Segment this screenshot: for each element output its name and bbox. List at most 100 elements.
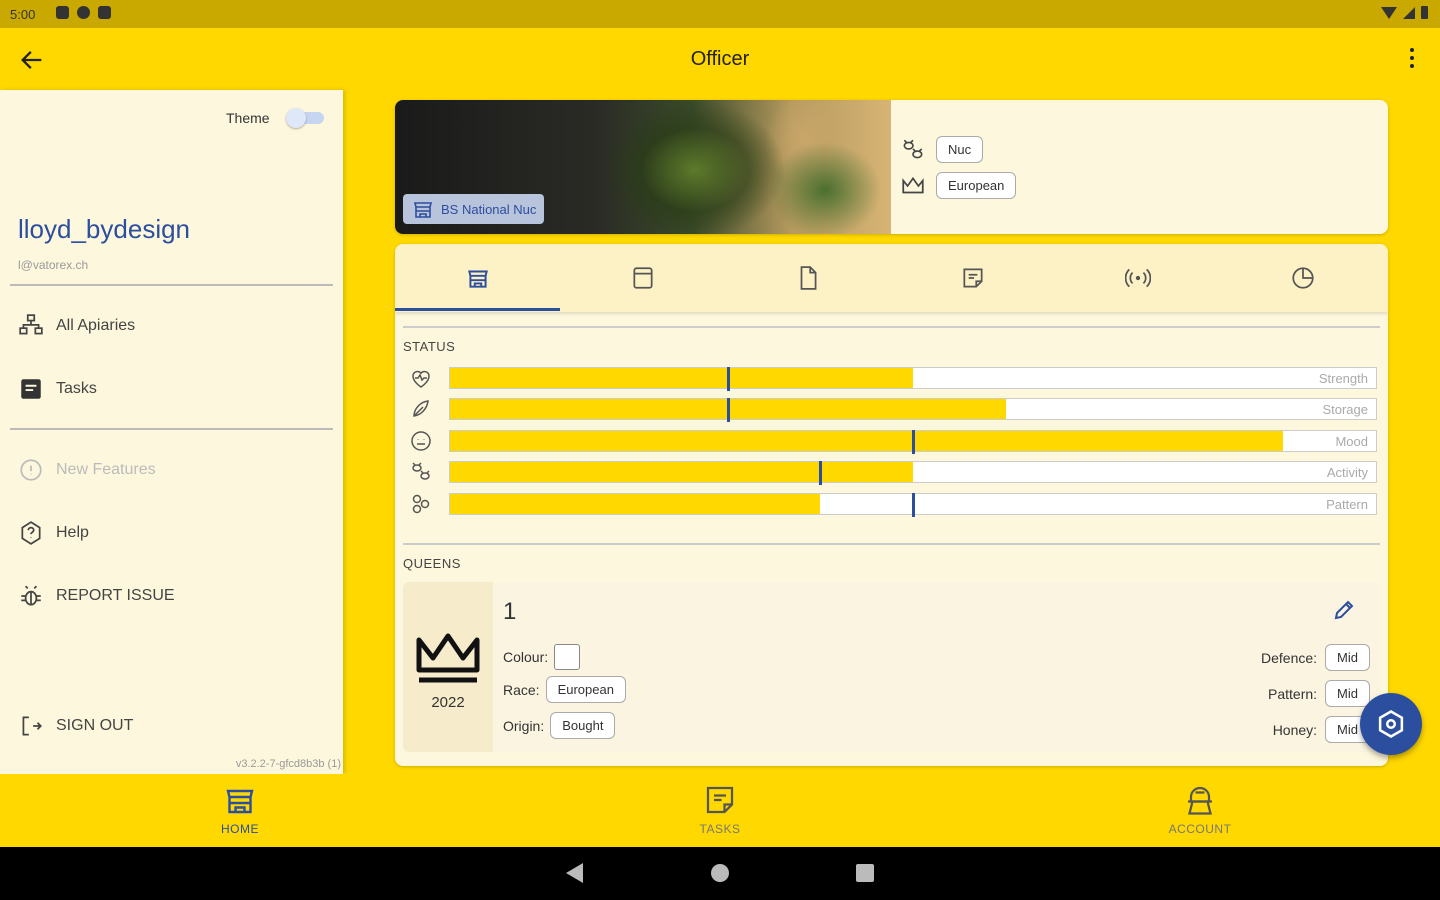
brood-pattern-icon xyxy=(412,494,430,514)
nav-item-help[interactable]: Help xyxy=(18,518,89,548)
status-section-label: STATUS xyxy=(403,339,456,354)
status-time: 5:00 xyxy=(10,7,36,22)
hive-action-fab[interactable] xyxy=(1360,693,1422,755)
document-icon xyxy=(800,266,816,290)
nav-item-new-features[interactable]: New Features xyxy=(18,455,156,485)
queen-race-chip[interactable]: European xyxy=(545,676,626,703)
username: lloyd_bydesign xyxy=(18,214,191,244)
mood-bar: Mood xyxy=(449,430,1377,454)
hive-detail-card: STATUS Strength Storage Mood Activity Pa… xyxy=(395,244,1388,766)
system-home-icon[interactable] xyxy=(711,864,729,882)
origin-label: Origin: xyxy=(503,717,545,734)
tab-hive[interactable] xyxy=(395,244,560,312)
tab-notes[interactable] xyxy=(890,244,1055,312)
colour-swatch[interactable] xyxy=(554,644,581,670)
colour-label: Colour: xyxy=(503,649,549,665)
system-back-icon[interactable] xyxy=(566,863,583,883)
queen-defence-field: Defence: Mid xyxy=(1261,644,1370,671)
pattern-label: Pattern: xyxy=(1268,685,1318,702)
mood-fill xyxy=(450,431,1284,451)
beekeeper-account-icon xyxy=(1188,786,1212,815)
sign-out-icon xyxy=(22,716,42,736)
notification-icon xyxy=(77,6,90,19)
sensor-icon xyxy=(1124,268,1151,288)
queen-year: 2022 xyxy=(431,694,465,711)
queens-section-label: QUEENS xyxy=(403,556,461,571)
tab-stats[interactable] xyxy=(1220,244,1385,312)
tab-box[interactable] xyxy=(560,244,725,312)
divider xyxy=(10,428,333,430)
hexagon-add-icon xyxy=(1378,710,1404,738)
queen-card[interactable]: 2022 1 Colour: Race: European Origin: Bo… xyxy=(403,582,1380,752)
battery-icon xyxy=(1421,6,1428,19)
app-bar: Officer xyxy=(0,28,1440,90)
nav-item-all-apiaries[interactable]: All Apiaries xyxy=(18,311,135,341)
pattern-label: Pattern xyxy=(1326,497,1368,512)
mood-marker xyxy=(912,430,915,454)
tab-sensor[interactable] xyxy=(1055,244,1220,312)
activity-label: Activity xyxy=(1326,465,1368,480)
nav-item-sign-out[interactable]: SIGN OUT xyxy=(18,711,133,741)
apiaries-icon xyxy=(19,314,43,335)
nav-item-label: New Features xyxy=(56,461,156,478)
pattern-bar: Pattern xyxy=(449,493,1377,517)
divider xyxy=(403,326,1380,328)
queen-pattern-field: Pattern: Mid xyxy=(1268,680,1370,707)
bottom-nav-account[interactable]: ACCOUNT xyxy=(1080,782,1320,836)
crown-icon xyxy=(902,176,924,193)
queen-honey-field: Honey: Mid xyxy=(1273,716,1370,743)
race-label: Race: xyxy=(503,681,540,698)
signal-icon xyxy=(1403,6,1415,19)
notification-icon xyxy=(98,6,111,19)
system-recents-icon[interactable] xyxy=(856,864,874,882)
queen-number: 1 xyxy=(503,598,517,625)
pie-chart-icon xyxy=(1291,267,1314,289)
queen-race-field: Race: European xyxy=(503,676,626,703)
hive-type-label: BS National Nuc xyxy=(441,201,537,217)
divider xyxy=(403,543,1380,545)
pattern-fill xyxy=(450,494,821,514)
race-chip[interactable]: European xyxy=(936,172,1017,199)
queen-summary: 2022 xyxy=(403,582,493,752)
bottom-nav-account-label: ACCOUNT xyxy=(1168,822,1232,836)
tasks-icon xyxy=(21,379,41,399)
nav-item-tasks[interactable]: Tasks xyxy=(18,374,97,404)
bees-activity-icon xyxy=(412,462,430,480)
pattern-chip[interactable]: Mid xyxy=(1325,680,1370,707)
bottom-nav-home[interactable]: HOME xyxy=(120,782,360,836)
bottom-nav-home-label: HOME xyxy=(221,822,259,836)
notes-icon xyxy=(962,268,983,288)
theme-toggle[interactable] xyxy=(286,108,328,128)
edit-pencil-icon[interactable] xyxy=(1332,598,1356,622)
wifi-icon xyxy=(1381,6,1397,19)
hive-card: BS National Nuc Nuc European xyxy=(395,100,1388,234)
activity-bar: Activity xyxy=(449,461,1377,485)
bottom-navigation: HOME TASKS ACCOUNT xyxy=(0,774,1440,847)
pattern-marker xyxy=(912,493,915,517)
tab-document[interactable] xyxy=(725,244,890,312)
hive-photo[interactable]: BS National Nuc xyxy=(395,100,891,234)
user-email: l@vatorex.ch xyxy=(18,258,89,272)
defence-label: Defence: xyxy=(1261,649,1318,666)
queen-origin-chip[interactable]: Bought xyxy=(550,712,616,739)
active-tab-indicator xyxy=(395,308,560,311)
hive-icon xyxy=(413,202,433,218)
mood-label: Mood xyxy=(1335,434,1368,449)
hive-home-icon xyxy=(226,789,254,814)
app-version: v3.2.2-7-gfcd8b3b (1) xyxy=(235,758,341,770)
defence-chip[interactable]: Mid xyxy=(1325,644,1370,671)
more-menu-icon[interactable] xyxy=(1410,48,1414,68)
nav-item-label: Tasks xyxy=(56,380,97,397)
nav-item-report-issue[interactable]: REPORT ISSUE xyxy=(18,581,175,611)
hive-type-row: Nuc xyxy=(900,136,984,163)
strength-bar: Strength xyxy=(449,367,1377,391)
box-icon xyxy=(632,267,653,289)
nav-item-label: All Apiaries xyxy=(56,317,136,334)
bottom-nav-tasks[interactable]: TASKS xyxy=(600,782,840,836)
notification-icons xyxy=(56,6,111,19)
nav-item-label: REPORT ISSUE xyxy=(56,587,175,604)
queen-colour-field: Colour: xyxy=(503,644,581,670)
strength-label: Strength xyxy=(1318,371,1368,386)
page-title: Officer xyxy=(690,48,750,70)
hive-size-chip[interactable]: Nuc xyxy=(936,136,984,163)
